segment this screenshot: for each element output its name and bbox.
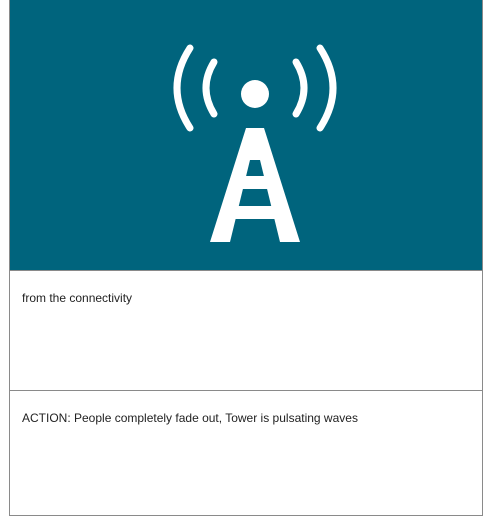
radio-tower-icon bbox=[173, 44, 337, 242]
tower-body bbox=[210, 128, 300, 242]
illustration-panel bbox=[10, 0, 482, 271]
action-text: ACTION: People completely fade out, Towe… bbox=[22, 411, 358, 425]
storyboard-frame: from the connectivity ACTION: People com… bbox=[9, 0, 483, 516]
outer-right-wave bbox=[316, 44, 337, 132]
caption-text: from the connectivity bbox=[22, 291, 133, 305]
tower-beacon bbox=[241, 80, 269, 108]
inner-right-wave bbox=[292, 58, 308, 118]
outer-left-wave bbox=[173, 44, 194, 132]
caption-panel: from the connectivity bbox=[10, 271, 482, 391]
action-panel: ACTION: People completely fade out, Towe… bbox=[10, 391, 482, 515]
inner-left-wave bbox=[202, 58, 218, 118]
